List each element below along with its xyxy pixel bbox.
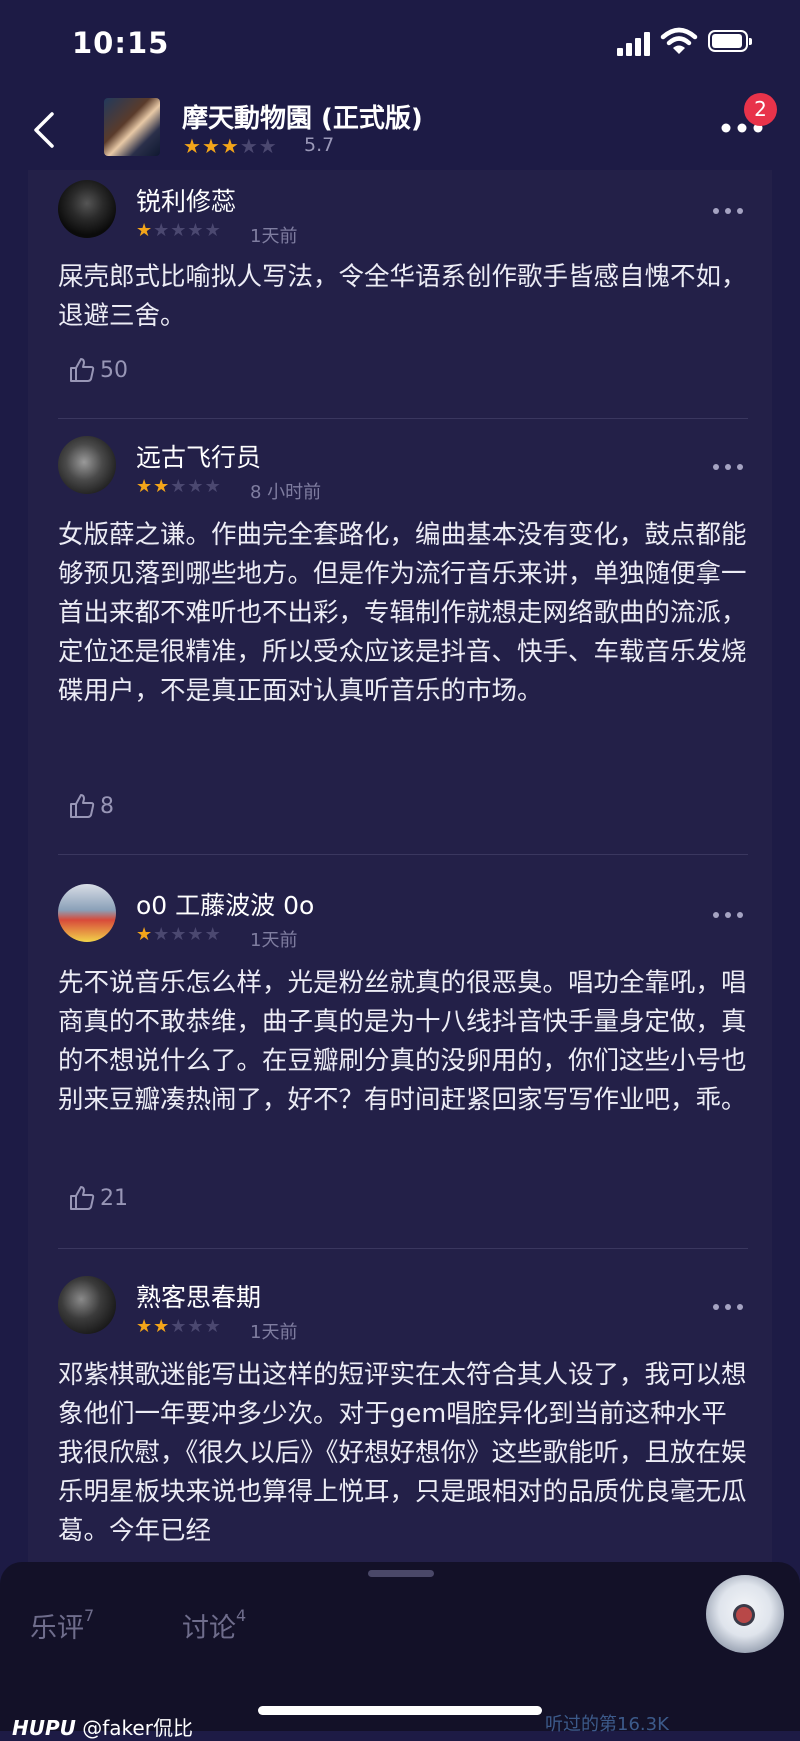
tab-discussion[interactable]: 讨论4 xyxy=(182,1606,246,1645)
review-more-icon[interactable] xyxy=(712,462,744,472)
review-time: 8 小时前 xyxy=(250,482,322,503)
album-title: 摩天動物園 (正式版) xyxy=(182,104,423,134)
watermark-brand: HUPU xyxy=(12,1716,76,1740)
signal-icon xyxy=(617,30,653,56)
review-username[interactable]: 远古飞行员 xyxy=(136,438,261,474)
star-empty-icon: ★ xyxy=(187,220,205,241)
star-empty-icon: ★ xyxy=(204,924,222,945)
review-star-rating: ★★★★★ xyxy=(136,220,222,241)
peek-text: 听过的第16.3K xyxy=(545,1714,669,1735)
user-avatar[interactable] xyxy=(58,436,116,494)
watermark: HUPU @faker侃比 xyxy=(12,1712,193,1741)
divider xyxy=(58,854,748,855)
thumbs-up-icon xyxy=(70,358,95,382)
review-time: 1天前 xyxy=(250,1322,298,1343)
star-empty-icon: ★ xyxy=(170,476,188,497)
review-text: 先不说音乐怎么样，光是粉丝就真的很恶臭。唱功全靠吼，唱商真的不敢恭维，曲子真的是… xyxy=(58,968,747,1115)
review-more-icon[interactable] xyxy=(712,206,744,216)
back-icon[interactable] xyxy=(28,110,68,150)
like-count: 21 xyxy=(100,1186,128,1211)
tab-reviews-label: 乐评 xyxy=(30,1613,84,1644)
tab-discussion-count: 4 xyxy=(236,1606,247,1625)
review-username[interactable]: 锐利修蕊 xyxy=(136,182,236,218)
thumbs-up-icon xyxy=(70,1186,95,1210)
wifi-icon xyxy=(660,27,698,54)
battery-icon xyxy=(708,30,752,52)
watermark-handle: @faker侃比 xyxy=(82,1716,193,1740)
review-star-rating: ★★★★★ xyxy=(136,1316,222,1337)
status-bar: 10:15 xyxy=(0,0,800,90)
user-avatar[interactable] xyxy=(58,1276,116,1334)
album-star-rating: ★★★★★ xyxy=(183,134,278,158)
divider xyxy=(58,418,748,419)
star-filled-icon: ★ xyxy=(183,134,202,158)
album-cover[interactable] xyxy=(104,98,160,156)
star-empty-icon: ★ xyxy=(170,220,188,241)
notification-badge: 2 xyxy=(744,93,777,126)
star-empty-icon: ★ xyxy=(204,1316,222,1337)
drag-handle[interactable] xyxy=(368,1570,434,1577)
star-filled-icon: ★ xyxy=(201,134,221,158)
tab-reviews[interactable]: 乐评7 xyxy=(30,1606,94,1645)
star-filled-icon: ★ xyxy=(220,134,240,158)
star-empty-icon: ★ xyxy=(170,924,188,945)
album-header: 摩天動物園 (正式版) ★★★★★ 5.7 2 xyxy=(0,90,800,170)
clock: 10:15 xyxy=(72,26,170,60)
tab-discussion-label: 讨论 xyxy=(182,1613,236,1644)
like-count: 50 xyxy=(100,358,128,383)
review-text: 屎壳郎式比喻拟人写法，令全华语系创作歌手皆感自愧不如，退避三舍。 xyxy=(58,262,747,331)
star-empty-icon: ★ xyxy=(187,1316,205,1337)
review-time: 1天前 xyxy=(250,930,298,951)
star-empty-icon: ★ xyxy=(204,220,222,241)
star-filled-icon: ★ xyxy=(136,924,154,945)
review-time: 1天前 xyxy=(250,226,298,247)
review-star-rating: ★★★★★ xyxy=(136,476,222,497)
star-empty-icon: ★ xyxy=(258,134,278,158)
review-more-icon[interactable] xyxy=(712,910,744,920)
divider xyxy=(58,1248,748,1249)
album-rating-score: 5.7 xyxy=(304,134,335,156)
star-empty-icon: ★ xyxy=(153,220,171,241)
review-text: 邓紫棋歌迷能写出这样的短评实在太符合其人设了，我可以想象他们一年要冲多少次。对于… xyxy=(58,1360,747,1546)
star-filled-icon: ★ xyxy=(153,1316,171,1337)
star-empty-icon: ★ xyxy=(187,924,205,945)
star-empty-icon: ★ xyxy=(204,476,222,497)
reviews-list: 锐利修蕊 ★★★★★ 1天前 屎壳郎式比喻拟人写法，令全华语系创作歌手皆感自愧不… xyxy=(28,170,772,1570)
tab-reviews-count: 7 xyxy=(84,1606,95,1625)
review-more-icon[interactable] xyxy=(712,1302,744,1312)
star-filled-icon: ★ xyxy=(136,476,154,497)
user-avatar[interactable] xyxy=(58,180,116,238)
review-username[interactable]: o0 工藤波波 0o xyxy=(136,886,314,922)
review-username[interactable]: 熟客思春期 xyxy=(136,1278,261,1314)
star-filled-icon: ★ xyxy=(136,1316,154,1337)
thumbs-up-icon xyxy=(70,794,95,818)
now-playing-disc-button[interactable] xyxy=(706,1575,784,1653)
review-text: 女版薛之谦。作曲完全套路化，编曲基本没有变化，鼓点都能够预见落到哪些地方。但是作… xyxy=(58,520,747,706)
star-empty-icon: ★ xyxy=(153,924,171,945)
home-indicator[interactable] xyxy=(258,1706,542,1715)
review-star-rating: ★★★★★ xyxy=(136,924,222,945)
star-filled-icon: ★ xyxy=(136,220,154,241)
star-empty-icon: ★ xyxy=(187,476,205,497)
star-filled-icon: ★ xyxy=(153,476,171,497)
star-empty-icon: ★ xyxy=(239,134,259,158)
user-avatar[interactable] xyxy=(58,884,116,942)
star-empty-icon: ★ xyxy=(170,1316,188,1337)
like-count: 8 xyxy=(100,794,114,819)
